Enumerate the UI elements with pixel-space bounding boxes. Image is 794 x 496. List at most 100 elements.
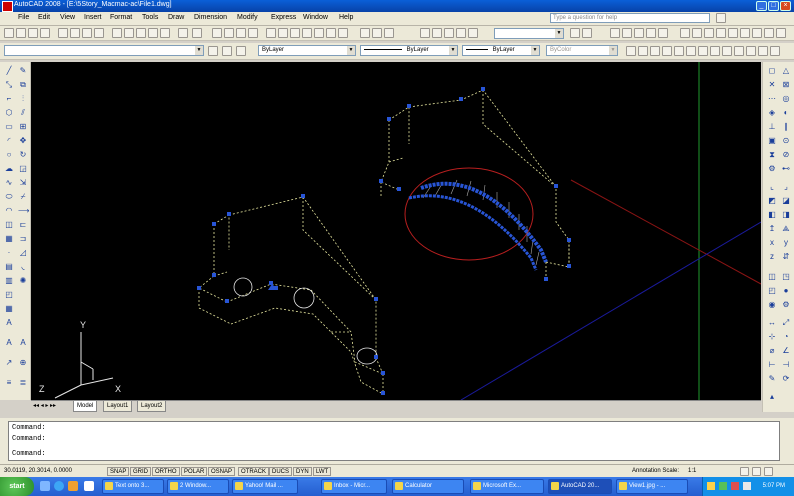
match-properties-icon[interactable]: [148, 28, 158, 38]
ucs-icon[interactable]: [646, 28, 656, 38]
maximize-button[interactable]: □: [768, 1, 779, 11]
dim-radius-icon[interactable]: [468, 28, 478, 38]
command-prompt[interactable]: Command:: [12, 450, 46, 458]
visual-style-manager-icon[interactable]: ⚙: [781, 300, 791, 310]
ucs-origin-icon[interactable]: ◨: [781, 210, 791, 220]
quicklaunch-extra-icon[interactable]: [84, 481, 94, 491]
fillet-icon[interactable]: ◟: [18, 262, 28, 272]
linetype-combo[interactable]: ByLayer ▼: [360, 45, 458, 56]
visual-style-conceptual-icon[interactable]: ◉: [767, 300, 777, 310]
revision-cloud-icon[interactable]: ☁: [4, 164, 14, 174]
dim-aligned-right-icon[interactable]: ⤢: [781, 318, 791, 328]
ucs-view-icon[interactable]: ◧: [767, 210, 777, 220]
line-icon[interactable]: ╱: [4, 66, 14, 76]
qnew-icon[interactable]: [16, 28, 26, 38]
menu-modify[interactable]: Modify: [237, 14, 258, 21]
annotation-visibility-icon[interactable]: [740, 467, 749, 476]
coordinate-readout[interactable]: 30.0119, 20.3014, 0.0000: [4, 468, 72, 474]
menu-tools[interactable]: Tools: [142, 14, 158, 21]
tool-palettes-icon[interactable]: [290, 28, 300, 38]
osnap-insert-icon[interactable]: ▣: [767, 136, 777, 146]
layer-manager-icon[interactable]: [208, 46, 218, 56]
task-text-onto[interactable]: Text onto 3...: [102, 479, 164, 494]
clean-screen-icon[interactable]: [764, 467, 773, 476]
task-inbox[interactable]: Inbox - Micr...: [321, 479, 387, 494]
render-icon[interactable]: [728, 28, 738, 38]
visual-style-realistic-icon[interactable]: ●: [781, 286, 791, 296]
dimension-text-icon[interactable]: A: [4, 338, 14, 348]
cut-icon[interactable]: [112, 28, 122, 38]
ucs-x-icon[interactable]: x: [767, 238, 777, 248]
solid-sphere-icon[interactable]: [662, 46, 672, 56]
subtract-icon[interactable]: [734, 46, 744, 56]
tray-antivirus-icon[interactable]: [719, 482, 727, 490]
break-icon[interactable]: ⊏: [18, 220, 28, 230]
toggle-lwt[interactable]: LWT: [313, 467, 332, 476]
gradient-icon[interactable]: ▥: [4, 276, 14, 286]
osnap-node-icon[interactable]: ⊙: [781, 136, 791, 146]
osnap-nearest-icon[interactable]: ⧗: [767, 150, 777, 160]
dim-edit-icon[interactable]: ✎: [767, 374, 777, 384]
dim-baseline-icon[interactable]: ⊢: [767, 360, 777, 370]
polyline-icon[interactable]: ⌐: [4, 94, 14, 104]
toggle-ducs[interactable]: DUCS: [269, 467, 293, 476]
region-icon[interactable]: ◰: [4, 290, 14, 300]
multiline-text-icon[interactable]: A: [4, 318, 14, 328]
menu-view[interactable]: View: [60, 14, 75, 21]
camera-icon[interactable]: [776, 28, 786, 38]
layer-props-icon[interactable]: ≡: [4, 378, 14, 388]
view-icon[interactable]: [634, 28, 644, 38]
solid-cone-icon[interactable]: [650, 46, 660, 56]
ucs-previous-icon[interactable]: ⌟: [781, 182, 791, 192]
light-icon[interactable]: [740, 28, 750, 38]
zoom-window-icon[interactable]: [236, 28, 246, 38]
minimize-button[interactable]: _: [756, 1, 767, 11]
section-circle[interactable]: [404, 167, 534, 261]
dim-diameter-icon[interactable]: ⌀: [767, 346, 777, 356]
help-search-input[interactable]: Type a question for help: [550, 13, 710, 23]
menu-help[interactable]: Help: [339, 14, 353, 21]
redo-icon[interactable]: [192, 28, 202, 38]
menu-file[interactable]: File: [18, 14, 29, 21]
materials-icon[interactable]: [752, 28, 762, 38]
dim-continue-icon[interactable]: ⊣: [781, 360, 791, 370]
left-hole-circle[interactable]: [233, 277, 253, 297]
sheet-set-icon[interactable]: [302, 28, 312, 38]
toggle-snap[interactable]: SNAP: [107, 467, 130, 476]
leader-icon[interactable]: ↗: [4, 358, 14, 368]
ellipse-arc-icon[interactable]: ◠: [4, 206, 14, 216]
tray-settings-icon[interactable]: [752, 467, 761, 476]
start-button[interactable]: start: [0, 477, 34, 496]
osnap-quadrant-icon[interactable]: ◈: [767, 108, 777, 118]
arc-icon[interactable]: ◜: [4, 136, 14, 146]
osnap-none-icon[interactable]: ⊘: [781, 150, 791, 160]
middle-hole-circle[interactable]: [293, 287, 315, 309]
menu-edit[interactable]: Edit: [38, 14, 50, 21]
text-icon[interactable]: [360, 28, 370, 38]
polygon-icon[interactable]: ⬡: [4, 108, 14, 118]
visual-style-3d-icon[interactable]: ◳: [781, 272, 791, 282]
walk-icon[interactable]: [764, 28, 774, 38]
ucs-z-icon[interactable]: z: [767, 252, 777, 262]
explode-icon[interactable]: ✺: [18, 276, 28, 286]
trim-icon[interactable]: ⌿: [18, 192, 28, 202]
workspace-icon[interactable]: [610, 28, 620, 38]
toggle-ortho[interactable]: ORTHO: [152, 467, 180, 476]
insert-block-icon[interactable]: ◫: [4, 220, 14, 230]
ucs-face-icon[interactable]: ◩: [767, 196, 777, 206]
osnap-apparent-icon[interactable]: ⊠: [781, 80, 791, 90]
chamfer-icon[interactable]: ◿: [18, 248, 28, 258]
save-icon[interactable]: [40, 28, 50, 38]
table-icon[interactable]: ▦: [4, 304, 14, 314]
intersect-icon[interactable]: [746, 46, 756, 56]
single-text-icon[interactable]: A: [18, 338, 28, 348]
ucs-world-icon[interactable]: ⌞: [767, 182, 777, 192]
view-top-icon[interactable]: [692, 28, 702, 38]
tray-security-icon[interactable]: [731, 482, 739, 490]
task-calculator[interactable]: Calculator: [392, 479, 464, 494]
publish-icon[interactable]: [82, 28, 92, 38]
dim-linear-icon[interactable]: [432, 28, 442, 38]
menu-express[interactable]: Express: [271, 14, 296, 21]
toggle-polar[interactable]: POLAR: [181, 467, 208, 476]
model-space-canvas[interactable]: Y X Z: [31, 62, 761, 400]
